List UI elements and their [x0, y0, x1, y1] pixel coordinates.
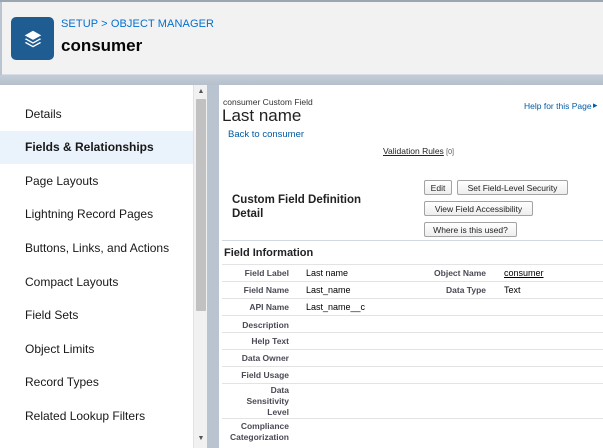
field-label-value: Last name — [306, 268, 349, 278]
field-usage-label: Field Usage — [241, 370, 289, 380]
data-owner-label: Data Owner — [241, 353, 289, 363]
validation-rules-count: [0] — [446, 149, 454, 156]
layers-icon — [11, 17, 54, 60]
sidebar-scrollbar[interactable]: ▲ ▼ — [193, 85, 208, 448]
validation-rules-label[interactable]: Validation Rules — [383, 146, 444, 156]
data-type-value: Text — [504, 285, 521, 295]
breadcrumb-setup[interactable]: SETUP — [61, 18, 98, 30]
panel-gap — [207, 85, 219, 448]
field-row-name: Field Name Last_name Data Type Text — [222, 281, 603, 298]
field-row-data-owner: Data Owner — [222, 349, 603, 366]
help-link[interactable]: Help for this Page — [524, 101, 592, 111]
help-icon[interactable]: ▸ — [593, 100, 598, 111]
breadcrumb-separator: > — [97, 18, 111, 30]
back-link[interactable]: Back to consumer — [228, 129, 304, 140]
page-title: Last name — [222, 106, 302, 125]
sidebar-item-object-limits[interactable]: Object Limits — [0, 333, 193, 366]
sidebar-item-field-sets[interactable]: Field Sets — [0, 299, 193, 332]
data-sensitivity-label: Data Sensitivity Level — [246, 385, 289, 417]
data-type-label: Data Type — [446, 285, 486, 295]
field-information-title: Field Information — [224, 247, 314, 259]
sidebar-item-buttons-links-actions[interactable]: Buttons, Links, and Actions — [0, 232, 193, 265]
field-name-value: Last_name — [306, 285, 351, 295]
breadcrumb-object-manager[interactable]: OBJECT MANAGER — [111, 18, 214, 30]
validation-rules-link[interactable]: Validation Rules [0] — [383, 146, 454, 156]
sidebar-item-details[interactable]: Details — [0, 98, 193, 131]
field-row-compliance: Compliance Categorization — [222, 418, 603, 448]
description-label: Description — [242, 320, 289, 330]
field-name-label: Field Name — [243, 285, 289, 295]
api-name-label: API Name — [249, 302, 289, 312]
scroll-down-arrow-icon[interactable]: ▼ — [194, 434, 208, 444]
sidebar-item-fields-relationships[interactable]: Fields & Relationships — [0, 131, 193, 164]
sidebar-item-lightning-record-pages[interactable]: Lightning Record Pages — [0, 198, 193, 231]
sidebar-item-compact-layouts[interactable]: Compact Layouts — [0, 266, 193, 299]
view-field-accessibility-button[interactable]: View Field Accessibility — [424, 201, 533, 216]
object-name-label: Object Name — [434, 268, 486, 278]
breadcrumb: SETUP > OBJECT MANAGER — [61, 18, 214, 30]
sidebar: Details Fields & Relationships Page Layo… — [0, 85, 193, 448]
field-row-help-text: Help Text — [222, 332, 603, 349]
object-title: consumer — [61, 36, 143, 55]
field-row-description: Description — [222, 315, 603, 332]
field-row-data-sensitivity: Data Sensitivity Level — [222, 383, 603, 418]
field-row-field-usage: Field Usage — [222, 366, 603, 383]
set-field-level-security-button[interactable]: Set Field-Level Security — [457, 180, 568, 195]
section-divider — [222, 240, 603, 241]
object-name-link[interactable]: consumer — [504, 268, 544, 278]
section-title: Custom Field Definition Detail — [232, 194, 362, 220]
page-header: SETUP > OBJECT MANAGER consumer — [2, 2, 603, 75]
field-label-label: Field Label — [244, 268, 289, 278]
header-divider-band — [0, 75, 603, 85]
sidebar-item-record-types[interactable]: Record Types — [0, 366, 193, 399]
compliance-label: Compliance Categorization — [229, 421, 289, 442]
where-is-this-used-button[interactable]: Where is this used? — [424, 222, 517, 237]
field-row-label: Field Label Last name Object Name consum… — [222, 264, 603, 281]
help-text-label: Help Text — [251, 336, 289, 346]
field-row-api-name: API Name Last_name__c — [222, 298, 603, 315]
api-name-value: Last_name__c — [306, 302, 366, 312]
sidebar-item-page-layouts[interactable]: Page Layouts — [0, 165, 193, 198]
sidebar-item-related-lookup-filters[interactable]: Related Lookup Filters — [0, 400, 193, 433]
edit-button[interactable]: Edit — [424, 180, 452, 195]
scrollbar-thumb[interactable] — [196, 99, 206, 311]
scroll-up-arrow-icon[interactable]: ▲ — [194, 87, 208, 97]
main-content: consumer Custom Field Last name Back to … — [219, 85, 603, 448]
